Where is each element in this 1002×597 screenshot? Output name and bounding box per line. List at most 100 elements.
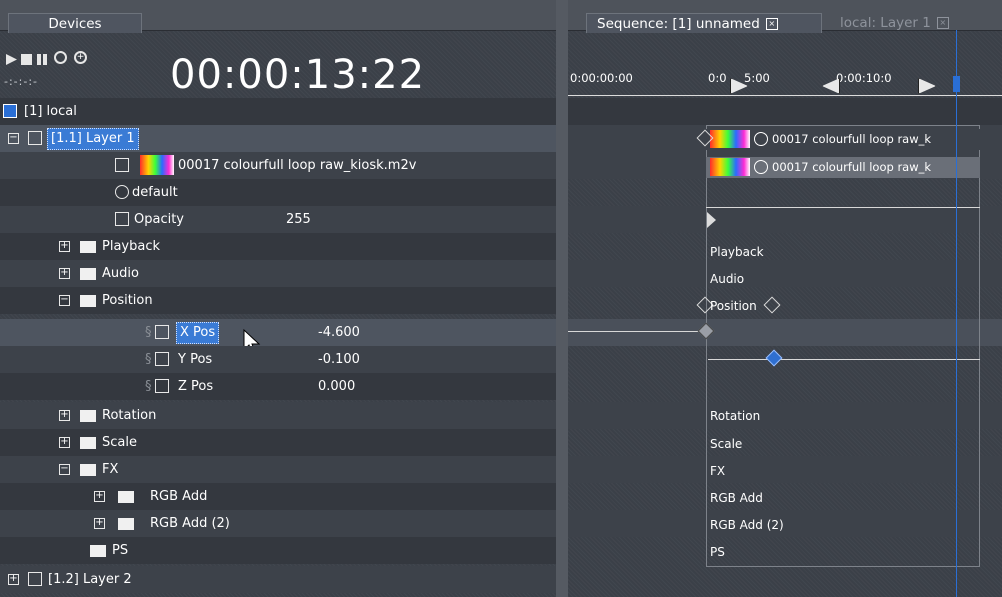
link-icon: § <box>145 379 152 394</box>
track-label-position: Position <box>710 299 757 313</box>
zoom-out-icon[interactable] <box>54 51 67 64</box>
tree-item-media[interactable]: 00017 colourfull loop raw_kiosk.m2v <box>0 152 556 179</box>
expand-icon[interactable]: + <box>8 574 19 585</box>
track-label-playback: Playback <box>710 245 764 259</box>
tree-item-layer1[interactable]: − [1.1] Layer 1 <box>0 125 556 152</box>
playback-label: Playback <box>102 239 161 254</box>
tab-layer-label: local: Layer 1 <box>840 15 931 31</box>
playhead[interactable] <box>956 30 957 597</box>
transport-bar: + 00:00:13:22 -:-:-:- <box>0 34 556 100</box>
clock-icon <box>754 160 768 174</box>
rotation-label: Rotation <box>102 408 157 423</box>
parameter-icon <box>155 352 169 366</box>
xpos-label: X Pos <box>176 322 220 344</box>
track-label-scale: Scale <box>710 437 743 451</box>
audio-label: Audio <box>102 266 139 281</box>
close-icon[interactable]: × <box>936 17 949 29</box>
tree-item-xpos[interactable]: § X Pos -4.600 <box>0 319 556 356</box>
ps-label: PS <box>112 543 129 558</box>
parameter-icon <box>115 212 129 226</box>
opacity-curve[interactable] <box>706 207 980 208</box>
tab-sequence-label: Sequence: [1] unnamed <box>597 16 760 32</box>
ypos-value[interactable]: -0.100 <box>318 346 360 373</box>
rgb-add-label: RGB Add <box>150 489 208 504</box>
ypos-label: Y Pos <box>178 352 213 367</box>
timecode-display: 00:00:13:22 <box>170 52 426 98</box>
track-label-rgb-add-2: RGB Add (2) <box>710 518 784 532</box>
tree-item-scale[interactable]: + Scale <box>0 429 556 456</box>
track-row <box>568 98 1002 125</box>
media-clip[interactable]: 00017 colourfull loop raw_k <box>706 129 980 150</box>
expand-icon[interactable]: + <box>59 437 70 448</box>
rgb-add-2-label: RGB Add (2) <box>150 516 230 531</box>
tree-item-default[interactable]: default <box>0 179 556 206</box>
link-icon: § <box>145 325 152 340</box>
tab-devices[interactable]: Devices <box>8 13 142 33</box>
expand-icon[interactable]: + <box>59 241 70 252</box>
media-file-label: 00017 colourfull loop raw_kiosk.m2v <box>178 158 417 173</box>
tree-item-layer2[interactable]: + [1.2] Layer 2 <box>0 566 556 593</box>
sequence-panel: Sequence: [1] unnamed × local: Layer 1 × 0… <box>568 0 1002 597</box>
devices-panel: Devices + 00:00:13:22 -:-:-:- [1] local … <box>0 0 556 597</box>
tab-sequence[interactable]: Sequence: [1] unnamed × <box>586 13 822 33</box>
layer2-label: [1.2] Layer 2 <box>48 572 132 587</box>
tree-item-fx[interactable]: − FX <box>0 456 556 483</box>
sub-timecode: -:-:-:- <box>4 75 38 88</box>
media-thumbnail <box>710 158 750 176</box>
tree-item-playback[interactable]: + Playback <box>0 233 556 260</box>
collapse-icon[interactable]: − <box>59 295 70 306</box>
tree-item-zpos[interactable]: § Z Pos 0.000 <box>0 373 556 400</box>
tree-item-device[interactable]: [1] local <box>0 98 556 125</box>
folder-icon <box>118 518 134 530</box>
tree-item-opacity[interactable]: Opacity 255 <box>0 206 556 233</box>
playhead-handle[interactable] <box>953 76 960 92</box>
pause-icon[interactable] <box>37 54 41 65</box>
xpos-value[interactable]: -4.600 <box>318 319 360 346</box>
tree-item-rotation[interactable]: + Rotation <box>0 402 556 429</box>
expand-icon[interactable]: + <box>59 410 70 421</box>
expand-icon[interactable]: + <box>94 518 105 529</box>
device-label: [1] local <box>24 104 77 119</box>
folder-icon <box>80 241 96 253</box>
close-icon[interactable]: × <box>765 18 778 30</box>
link-icon: § <box>145 352 152 367</box>
folder-icon <box>80 295 96 307</box>
track-label-rotation: Rotation <box>710 409 761 423</box>
opacity-label: Opacity <box>134 212 185 227</box>
clip-label: 00017 colourfull loop raw_k <box>772 160 932 174</box>
tree-item-ps[interactable]: PS <box>0 537 556 564</box>
fx-label: FX <box>102 462 119 477</box>
expand-icon[interactable]: + <box>59 268 70 279</box>
keyframe-arrow-icon[interactable] <box>707 212 716 228</box>
film-icon <box>115 158 129 172</box>
layer-icon <box>28 572 42 586</box>
tab-layer[interactable]: local: Layer 1 × <box>830 13 990 33</box>
tree-item-rgb-add-2[interactable]: + RGB Add (2) <box>0 510 556 537</box>
stop-icon[interactable] <box>21 54 32 65</box>
opacity-value[interactable]: 255 <box>286 206 311 233</box>
panel-splitter[interactable] <box>556 0 568 597</box>
track-label-fx: FX <box>710 464 726 478</box>
zoom-in-icon[interactable]: + <box>74 51 87 64</box>
default-label: default <box>132 185 178 200</box>
zpos-label: Z Pos <box>178 379 214 394</box>
media-clip-selected[interactable]: 00017 colourfull loop raw_k <box>706 157 980 178</box>
play-icon[interactable] <box>6 54 17 65</box>
cue-marker-icon[interactable] <box>822 78 840 94</box>
collapse-icon[interactable]: − <box>59 464 70 475</box>
xpos-curve[interactable] <box>568 331 700 332</box>
zpos-value[interactable]: 0.000 <box>318 373 355 400</box>
tree-item-audio[interactable]: + Audio <box>0 260 556 287</box>
tree-item-ypos[interactable]: § Y Pos -0.100 <box>0 346 556 373</box>
timeline-ruler[interactable]: 0:00:00:00 0:0 5:00 0:00:10:0 <box>568 34 1002 100</box>
ruler-baseline <box>568 95 1002 96</box>
folder-icon <box>80 464 96 476</box>
expand-icon[interactable]: + <box>94 491 105 502</box>
tree-item-rgb-add[interactable]: + RGB Add <box>0 483 556 510</box>
collapse-icon[interactable]: − <box>8 133 19 144</box>
tree-item-position[interactable]: − Position <box>0 287 556 314</box>
clock-icon <box>754 132 768 146</box>
ypos-curve[interactable] <box>708 359 980 360</box>
media-thumbnail <box>710 130 750 148</box>
cue-marker-icon[interactable] <box>918 78 936 94</box>
